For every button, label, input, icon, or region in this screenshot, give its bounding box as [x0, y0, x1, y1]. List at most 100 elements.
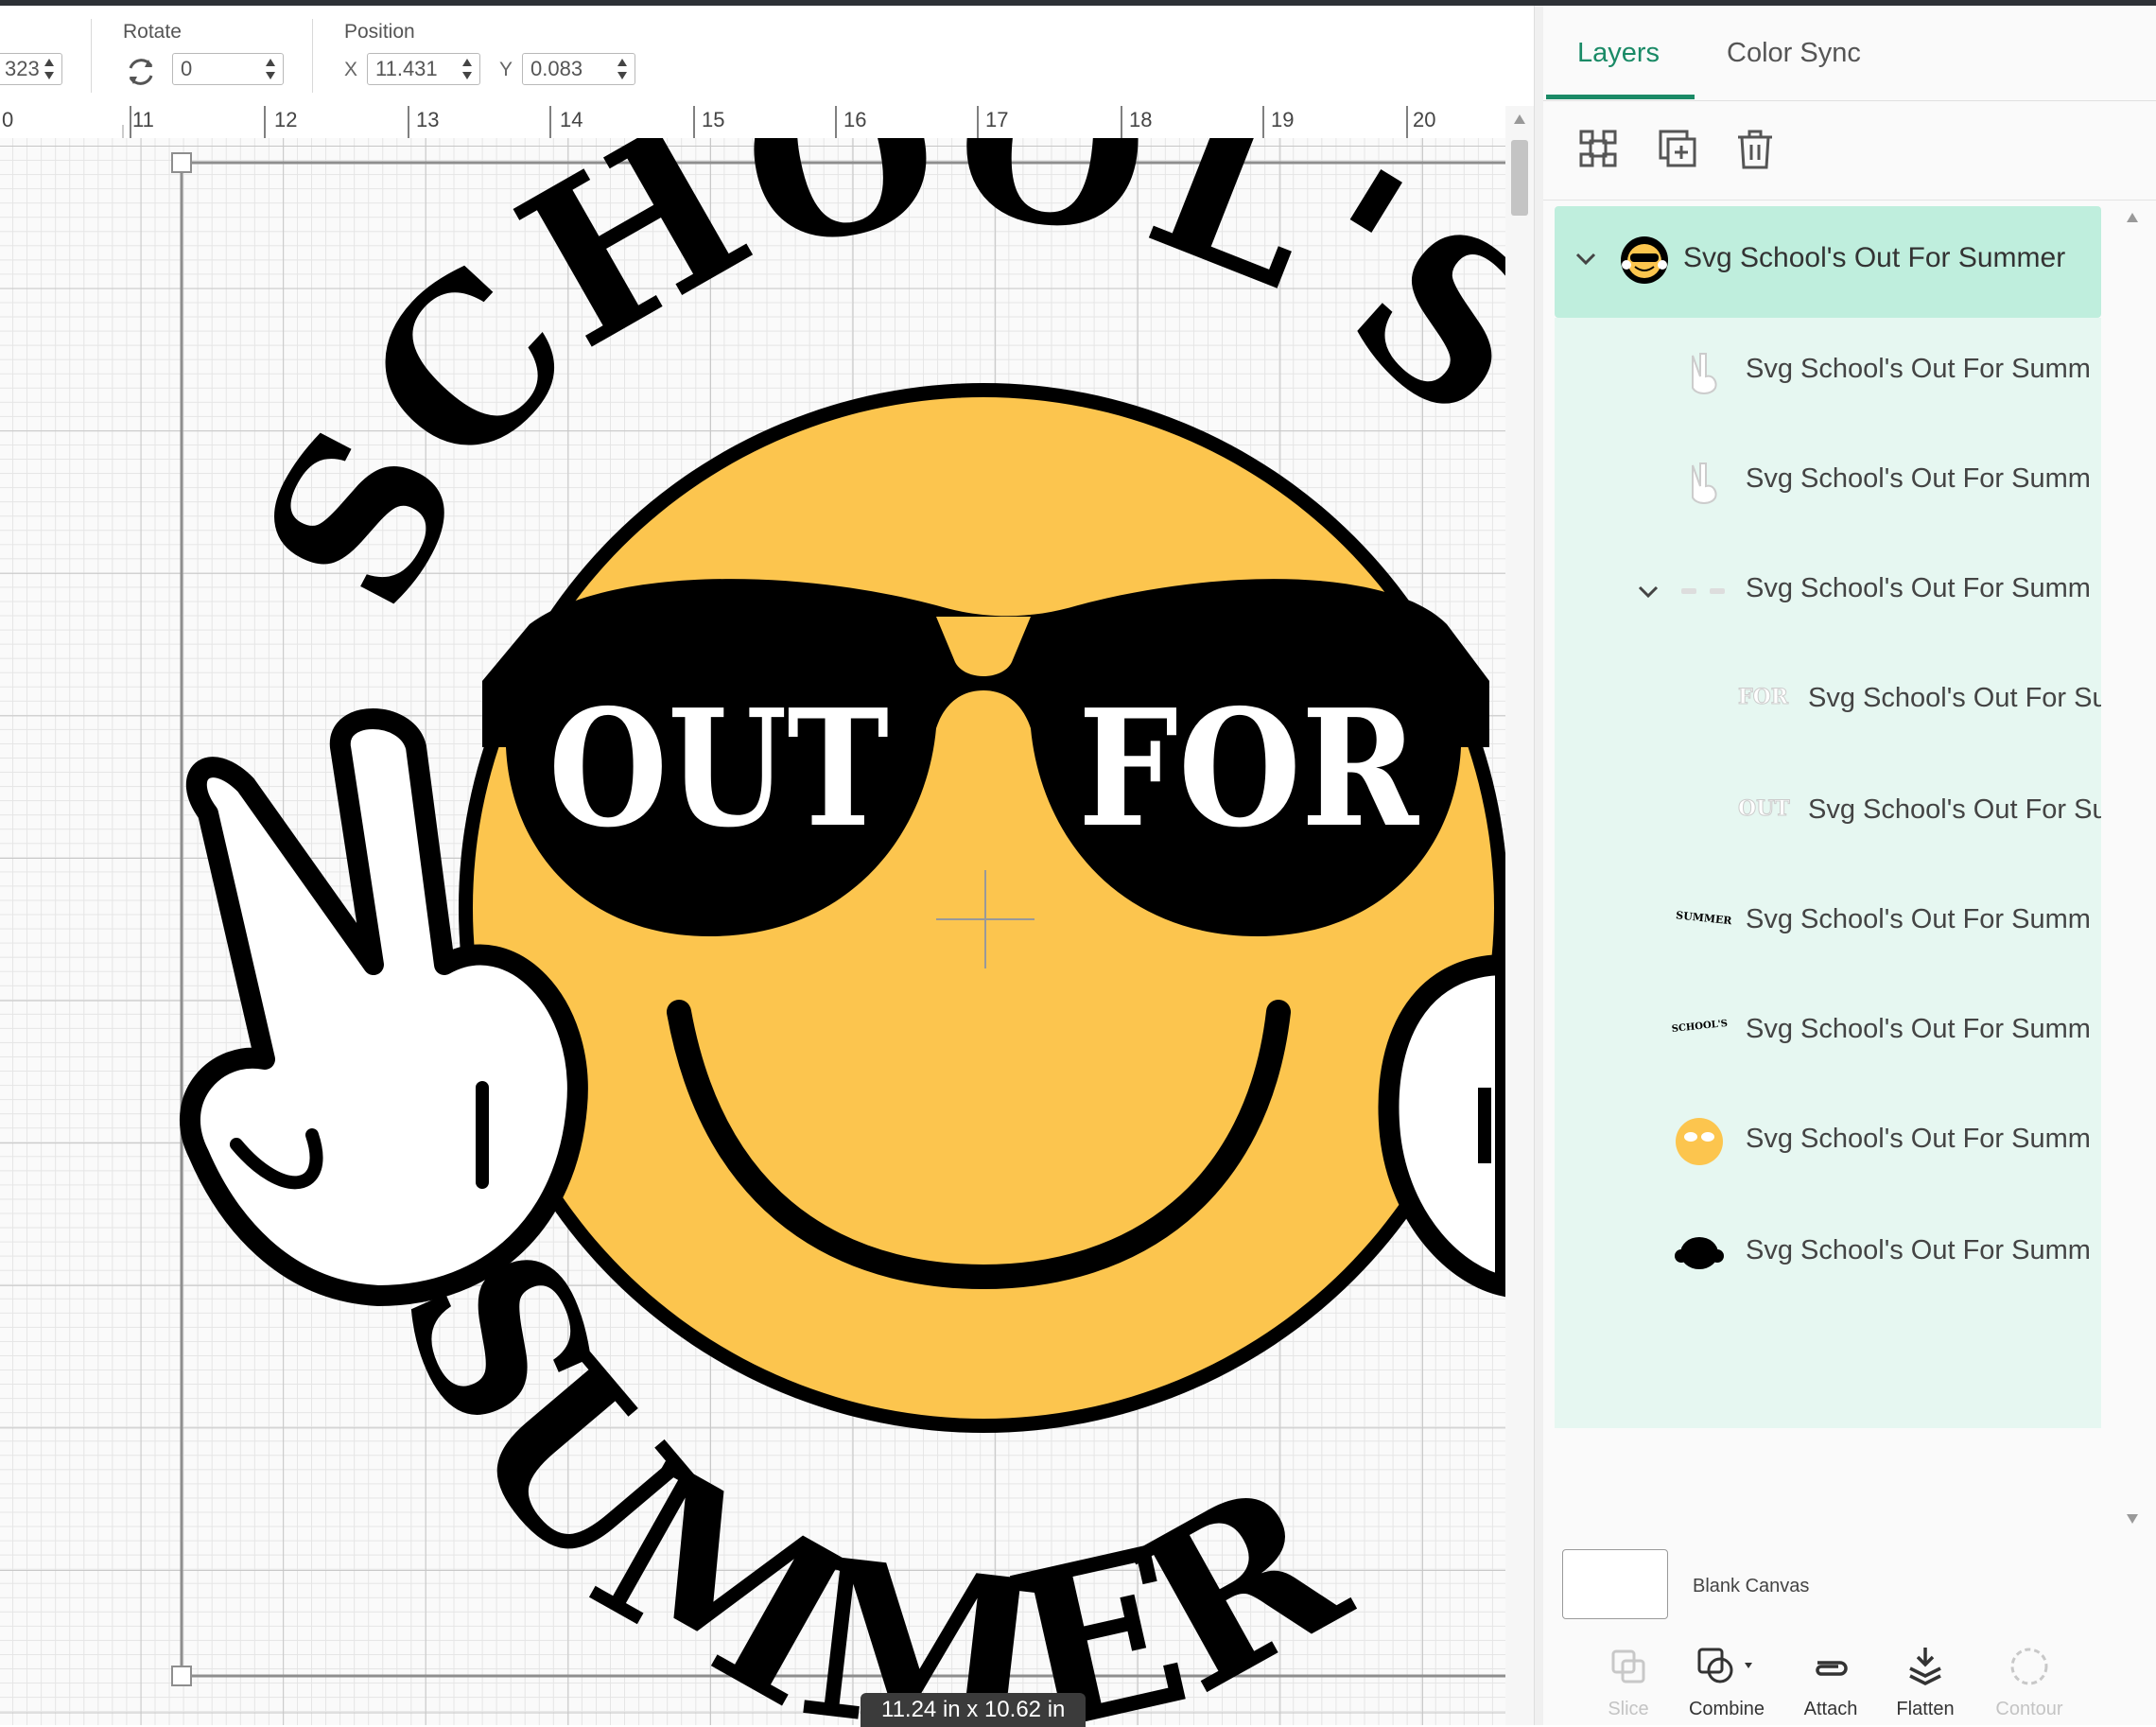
yellow-face-thumbnail-icon: [1676, 1118, 1723, 1165]
layer-row[interactable]: FOR Svg School's Out For Su: [1555, 647, 2102, 757]
ruler-label: 13: [416, 108, 440, 131]
ruler-label: 17: [985, 108, 1009, 131]
position-y-input[interactable]: 0.083: [522, 53, 635, 85]
horizontal-ruler: 0 11 12 13 14 15 16 17 18 19 20: [0, 106, 1505, 139]
x-label: X: [344, 59, 358, 80]
peace-hand-thumbnail-icon: [1692, 353, 1717, 394]
layer-name: Svg School's Out For Summ: [1746, 354, 2091, 384]
stepper-arrows-icon[interactable]: [264, 57, 277, 81]
peace-hand-thumbnail-icon: [1692, 462, 1717, 504]
tab-layers[interactable]: Layers: [1577, 38, 1660, 69]
glasses-thumbnail-icon: [1681, 588, 1725, 594]
out-text-thumbnail: OUT: [1738, 796, 1791, 822]
position-label: Position: [344, 21, 415, 43]
scroll-up-icon[interactable]: [2126, 212, 2139, 223]
attach-button[interactable]: Attach: [1783, 1632, 1878, 1720]
ruler-label: 14: [560, 108, 583, 131]
combine-label: Combine: [1688, 1699, 1765, 1719]
layer-name: Svg School's Out For Summ: [1746, 1124, 2091, 1154]
flatten-button[interactable]: Flatten: [1878, 1632, 1973, 1720]
active-tab-indicator: [1546, 95, 1695, 99]
canvas-vertical-scrollbar[interactable]: [1505, 106, 1534, 1725]
layer-name: Svg School's Out For Summ: [1746, 573, 2091, 603]
layer-row[interactable]: Svg School's Out For Summ: [1555, 318, 2101, 427]
size-height-input[interactable]: 323: [0, 53, 62, 85]
flatten-icon: [1909, 1648, 1941, 1685]
layer-row[interactable]: Svg School's Out For Summ: [1555, 427, 2101, 537]
delete-icon[interactable]: [1732, 126, 1778, 171]
blank-canvas-swatch[interactable]: [1562, 1549, 1668, 1619]
layer-row[interactable]: SCHOOL'S Svg School's Out For Summ: [1555, 978, 2101, 1088]
scrollbar-thumb[interactable]: [1511, 140, 1528, 216]
scroll-up-icon[interactable]: [1513, 113, 1526, 125]
tab-color-sync[interactable]: Color Sync: [1727, 38, 1861, 69]
for-text-thumbnail: FOR: [1738, 685, 1789, 710]
toolbar-divider: [91, 19, 92, 93]
position-x-input[interactable]: 11.431: [367, 53, 480, 85]
stepper-arrows-icon[interactable]: [616, 57, 629, 81]
toolbar-divider: [312, 19, 313, 93]
layer-subgroup-row[interactable]: Svg School's Out For Summ: [1555, 537, 2101, 647]
layer-name: Svg School's Out For Su: [1808, 794, 2101, 825]
contour-button[interactable]: Contour: [1982, 1632, 2077, 1720]
slice-label: Slice: [1608, 1699, 1649, 1719]
layer-row[interactable]: SUMMER Svg School's Out For Summ: [1555, 868, 2101, 978]
panel-tabs: Layers Color Sync: [1543, 6, 2156, 101]
flatten-label: Flatten: [1896, 1699, 1955, 1719]
black-shape-thumbnail-icon: [1675, 1237, 1724, 1269]
layer-bottom-actions: Slice Combine Attach Flatten Contour: [1543, 1632, 2156, 1725]
layer-name: Svg School's Out For Summ: [1746, 1014, 2091, 1044]
ruler-label: 19: [1271, 108, 1295, 131]
stepper-arrows-icon[interactable]: [461, 57, 474, 81]
ruler-label: 11: [132, 108, 154, 131]
layer-name: Svg School's Out For Su: [1808, 683, 2101, 713]
layer-row[interactable]: Svg School's Out For Summ: [1555, 1199, 2101, 1309]
rotate-label: Rotate: [123, 21, 182, 43]
duplicate-icon[interactable]: [1655, 126, 1700, 171]
edit-toolbar: 323 Rotate 0 Position X 11.431 Y 0.083: [0, 6, 1541, 106]
canvas-artwork[interactable]: OUT FOR SCHOOL'S SUMMER: [0, 138, 1505, 1725]
lens-right-text: FOR: [1078, 674, 1420, 864]
scroll-down-icon[interactable]: [2126, 1513, 2139, 1525]
right-peace-hand: [1378, 953, 1505, 1298]
chevron-down-icon[interactable]: [1638, 584, 1659, 600]
position-y-value: 0.083: [530, 57, 583, 80]
layer-group-row[interactable]: Svg School's Out For Summer: [1555, 206, 2101, 318]
stepper-arrows-icon[interactable]: [43, 57, 56, 81]
ruler-label: 12: [274, 108, 298, 131]
slice-button[interactable]: Slice: [1581, 1632, 1676, 1720]
layer-row[interactable]: Svg School's Out For Summ: [1555, 1088, 2101, 1197]
chevron-down-icon[interactable]: [1575, 252, 1596, 267]
y-label: Y: [499, 59, 513, 80]
ruler-label: 16: [843, 108, 867, 131]
lens-left-text: OUT: [548, 674, 889, 864]
group-thumbnail-icon: [1621, 236, 1668, 284]
layer-name: Svg School's Out For Summ: [1746, 904, 2091, 934]
selection-handle: [171, 152, 192, 173]
contour-label: Contour: [1995, 1699, 2063, 1719]
ruler-label: 18: [1129, 108, 1153, 131]
ruler-label: 15: [702, 108, 725, 131]
design-canvas[interactable]: OUT FOR SCHOOL'S SUMMER: [0, 138, 1505, 1725]
layer-row[interactable]: OUT Svg School's Out For Su: [1555, 759, 2102, 868]
slice-icon: [1611, 1649, 1645, 1683]
attach-label: Attach: [1803, 1699, 1858, 1719]
layer-actions-bar: [1543, 101, 2156, 201]
combine-button[interactable]: Combine: [1679, 1632, 1774, 1720]
layers-panel: Layers Color Sync Svg School's Out For S…: [1543, 6, 2156, 1725]
ruler-label: 0: [2, 108, 14, 131]
layer-group-name: Svg School's Out For Summer: [1683, 242, 2066, 273]
size-height-value: 323: [5, 57, 40, 80]
layers-list: Svg School's Out For Summer Svg School's…: [1555, 206, 2102, 1428]
group-icon[interactable]: [1575, 126, 1621, 171]
rotate-icon[interactable]: [123, 55, 159, 89]
rotate-input[interactable]: 0: [172, 53, 284, 85]
layers-scrollbar[interactable]: [2120, 208, 2145, 1532]
selection-size-badge: 11.24 in x 10.62 in: [861, 1693, 1087, 1727]
ruler-label: 20: [1413, 108, 1436, 131]
selection-handle: [171, 1666, 192, 1686]
layer-name: Svg School's Out For Summ: [1746, 1235, 2091, 1265]
rotate-value: 0: [181, 57, 193, 80]
summer-text-thumbnail: SUMMER: [1675, 909, 1733, 928]
combine-icon: [1697, 1648, 1752, 1683]
